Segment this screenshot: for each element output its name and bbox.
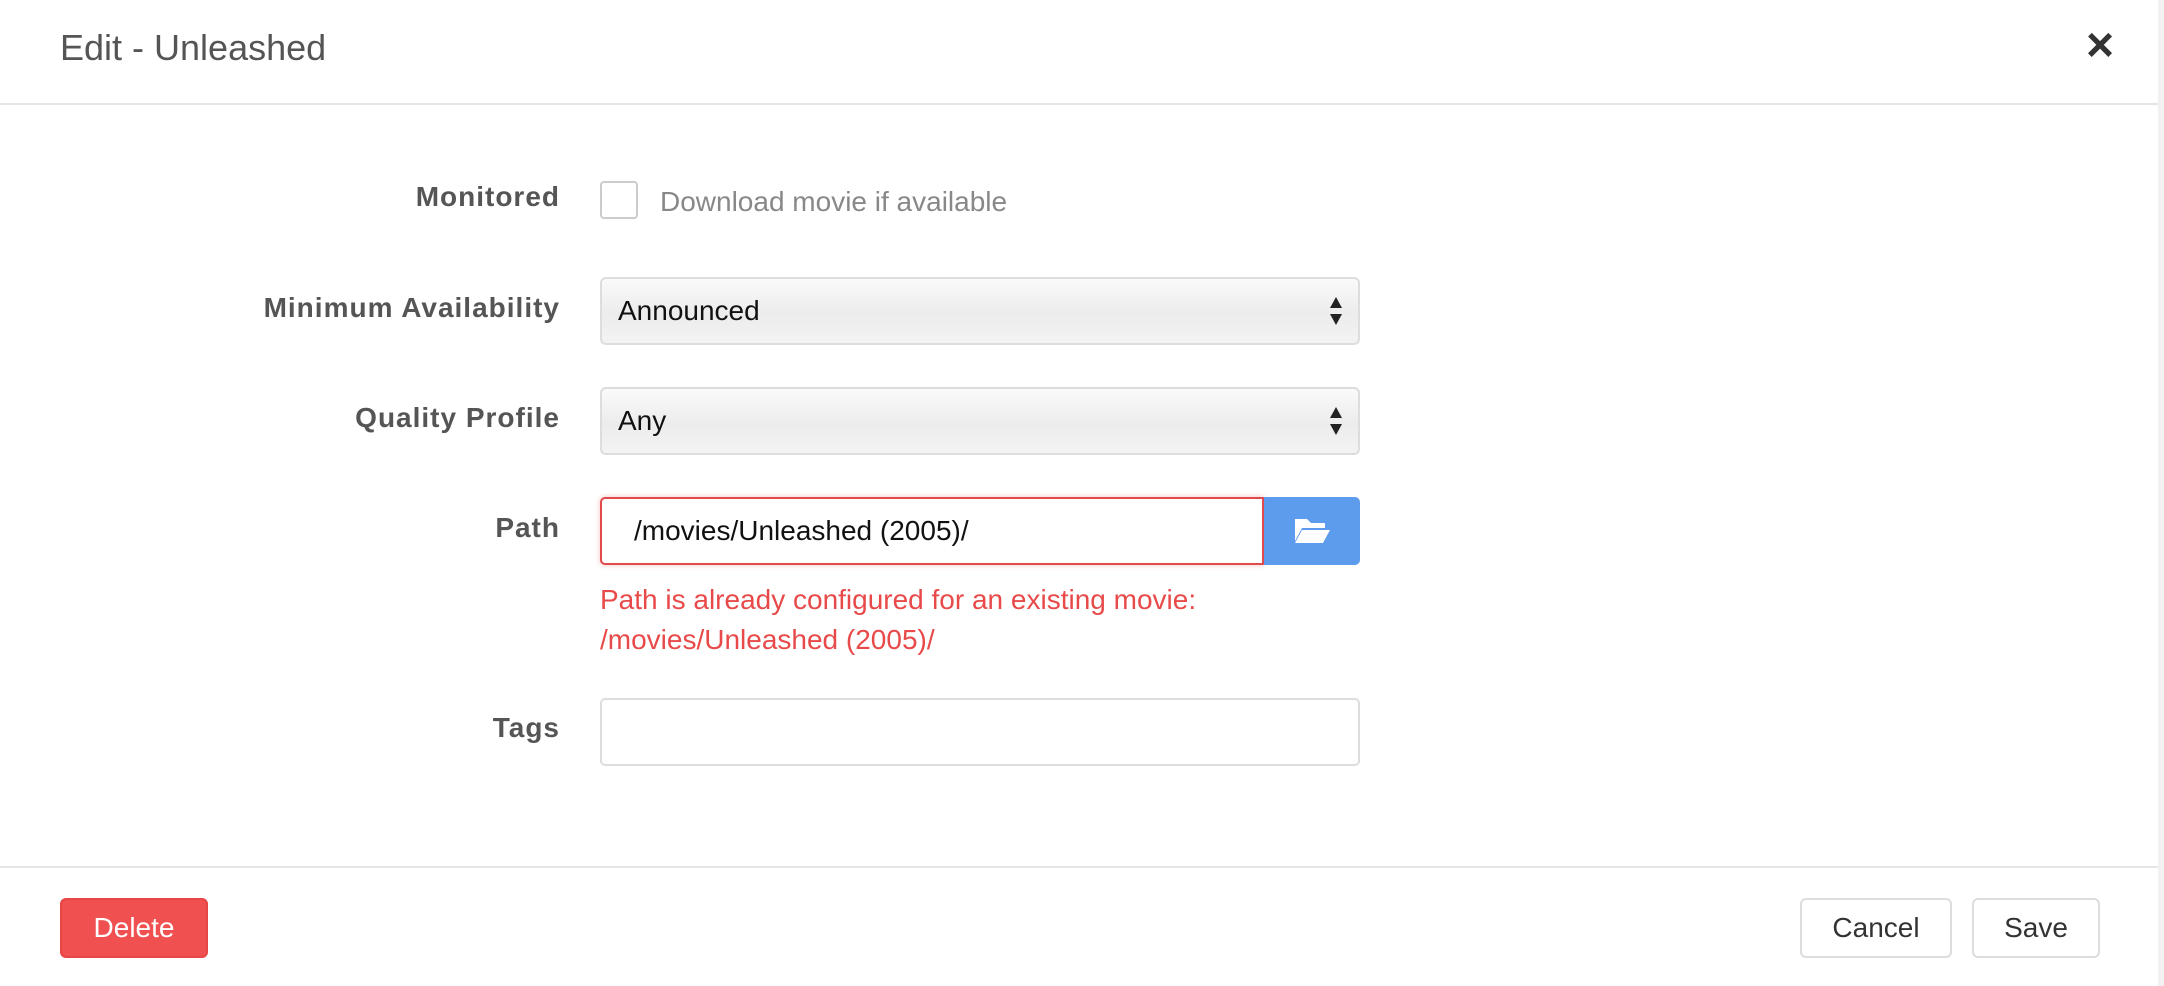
tags-label: Tags <box>492 712 560 743</box>
browse-path-button[interactable] <box>1264 497 1360 565</box>
edit-movie-modal: Edit - Unleashed × Monitored Download mo… <box>0 0 2164 986</box>
select-arrows-icon <box>1330 407 1342 435</box>
tags-input[interactable] <box>600 698 1360 766</box>
quality-profile-value: Any <box>618 405 667 436</box>
modal-header: Edit - Unleashed × <box>0 0 2164 105</box>
path-error-message: Path is already configured for an existi… <box>600 580 1500 660</box>
monitored-label: Monitored <box>415 181 560 212</box>
close-icon[interactable]: × <box>2080 22 2120 70</box>
minimum-availability-label: Minimum Availability <box>263 292 560 323</box>
path-label: Path <box>495 512 560 543</box>
quality-profile-select[interactable]: Any <box>600 387 1360 455</box>
folder-open-icon <box>1295 519 1330 543</box>
minimum-availability-value: Announced <box>618 295 760 326</box>
monitored-checkbox[interactable] <box>600 181 638 219</box>
save-button[interactable]: Save <box>1972 898 2100 958</box>
quality-profile-label: Quality Profile <box>355 402 560 433</box>
minimum-availability-select[interactable]: Announced <box>600 277 1360 345</box>
delete-button[interactable]: Delete <box>60 898 208 958</box>
cancel-button[interactable]: Cancel <box>1800 898 1952 958</box>
path-error-line-2: /movies/Unleashed (2005)/ <box>600 624 935 655</box>
scrollbar[interactable] <box>2158 0 2164 986</box>
select-arrows-icon <box>1330 297 1342 325</box>
modal-title: Edit - Unleashed <box>60 27 327 68</box>
path-input[interactable]: /movies/Unleashed (2005)/ <box>600 497 1264 565</box>
monitored-checkbox-text[interactable]: Download movie if available <box>660 186 1007 218</box>
path-value: /movies/Unleashed (2005)/ <box>634 515 969 546</box>
path-error-line-1: Path is already configured for an existi… <box>600 584 1197 615</box>
